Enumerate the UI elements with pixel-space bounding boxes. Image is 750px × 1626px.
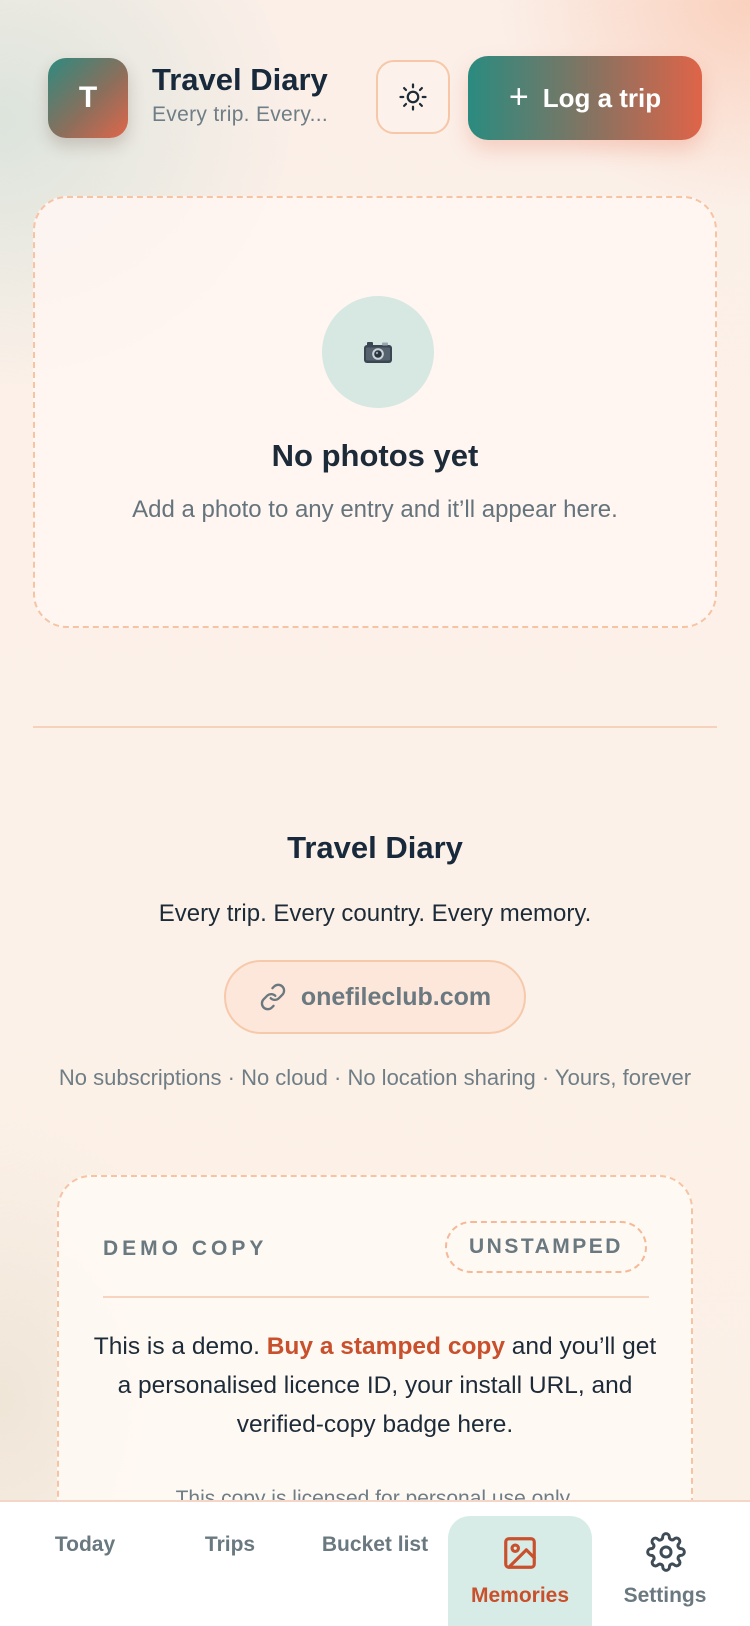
image-icon: [504, 1537, 536, 1569]
section-divider: [33, 726, 717, 728]
app-subtitle: Every trip. Every...: [152, 103, 328, 126]
footer-tagline: Every trip. Every country. Every memory.: [158, 900, 592, 927]
log-trip-button[interactable]: + Log a trip: [468, 56, 702, 140]
privacy-note: No subscriptions · No cloud · No locatio…: [58, 1065, 692, 1090]
website-link-label: onefileclub.com: [300, 982, 492, 1011]
camera-icon-badge: [322, 296, 434, 408]
link-icon: [260, 983, 286, 1011]
nav-label-bucket-list: Bucket list: [321, 1533, 429, 1556]
nav-label-trips: Trips: [204, 1533, 256, 1556]
nav-label-settings: Settings: [623, 1584, 707, 1607]
log-trip-label: Log a trip: [542, 82, 662, 113]
bottom-nav: Today Trips Bucket list Memories Setting…: [0, 1500, 750, 1626]
plus-icon: +: [508, 77, 529, 116]
empty-text: Add a photo to any entry and it’ll appea…: [132, 496, 618, 523]
nav-item-bucket-list[interactable]: Bucket list: [300, 1502, 450, 1626]
demo-copy-label: DEMO COPY: [103, 1237, 268, 1260]
camera-icon: [364, 342, 392, 363]
empty-title: No photos yet: [271, 438, 479, 473]
theme-toggle-button[interactable]: [376, 60, 450, 134]
demo-copy-card: DEMO COPY UNSTAMPED This is a demo. Buy …: [57, 1175, 693, 1535]
buy-stamped-copy-link[interactable]: Buy a stamped copy: [267, 1333, 505, 1360]
app-title: Travel Diary: [152, 62, 328, 97]
empty-photos-card: No photos yet Add a photo to any entry a…: [33, 196, 717, 628]
nav-item-memories[interactable]: Memories: [448, 1502, 592, 1626]
sun-icon: [399, 83, 427, 111]
website-link[interactable]: onefileclub.com: [224, 960, 526, 1034]
demo-divider: [103, 1296, 649, 1298]
demo-text-before: This is a demo.: [93, 1333, 267, 1360]
nav-item-settings[interactable]: Settings: [590, 1502, 740, 1626]
app-logo: T: [48, 58, 128, 138]
nav-label-today: Today: [54, 1533, 116, 1556]
nav-item-today[interactable]: Today: [10, 1502, 160, 1626]
unstamped-badge: UNSTAMPED: [445, 1221, 647, 1273]
nav-item-trips[interactable]: Trips: [155, 1502, 305, 1626]
gear-icon: [646, 1532, 686, 1572]
footer-title: Travel Diary: [287, 830, 463, 865]
nav-label-memories: Memories: [470, 1584, 570, 1607]
demo-description: This is a demo. Buy a stamped copy and y…: [89, 1327, 661, 1444]
